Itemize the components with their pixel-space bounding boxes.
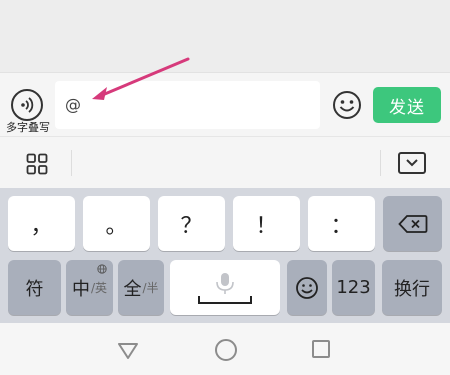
keyboard: ， 。 ？ ！ ： 符 中 /英 全 /半 123 换行	[0, 188, 450, 323]
navigation-bar	[0, 323, 450, 375]
backspace-icon	[397, 214, 427, 233]
key-label: 全	[123, 278, 142, 300]
key-comma[interactable]: ，	[8, 196, 75, 251]
key-label: 123	[336, 277, 371, 298]
voice-caption: 多字叠写	[6, 121, 50, 134]
newline-key[interactable]: 换行	[382, 260, 442, 315]
key-question[interactable]: ？	[158, 196, 225, 251]
key-label: 。	[105, 213, 128, 239]
key-label: ！	[255, 213, 278, 239]
toolbar-divider	[380, 150, 381, 176]
collapse-keyboard-icon[interactable]	[398, 152, 426, 174]
key-label: ？	[180, 213, 203, 239]
message-input-value: @	[65, 95, 81, 114]
chinese-english-key[interactable]: 中/英	[66, 260, 113, 315]
voice-icon[interactable]	[11, 89, 43, 121]
key-sublabel: /英	[90, 281, 108, 295]
mic-icon	[198, 272, 252, 304]
symbol-key[interactable]: 符	[8, 260, 61, 315]
globe-icon	[97, 264, 107, 277]
chat-area	[0, 0, 450, 72]
key-period[interactable]: 。	[83, 196, 150, 251]
grid-icon[interactable]	[26, 153, 48, 175]
key-exclaim[interactable]: ！	[233, 196, 300, 251]
message-input[interactable]: @	[55, 81, 320, 129]
smiley-key[interactable]	[287, 260, 327, 315]
full-half-key[interactable]: 全/半	[118, 260, 164, 315]
backspace-key[interactable]	[383, 196, 442, 251]
keyboard-toolbar	[0, 136, 450, 188]
key-label: 中	[71, 278, 90, 300]
key-label: 符	[25, 278, 44, 300]
nav-recent-icon[interactable]	[312, 340, 330, 358]
nav-home-icon[interactable]	[215, 339, 237, 361]
key-label: ，	[30, 213, 53, 239]
send-button[interactable]: 发送	[373, 87, 441, 123]
key-label: 换行	[394, 278, 430, 300]
input-bar: 多字叠写 @ 发送	[0, 72, 450, 136]
toolbar-divider	[71, 150, 72, 176]
smiley-icon	[296, 276, 318, 299]
space-key[interactable]	[170, 260, 280, 315]
nav-back-icon[interactable]	[117, 339, 139, 361]
key-colon[interactable]: ：	[308, 196, 375, 251]
screen: 多字叠写 @ 发送 ， 。 ？ ！ ： 符 中 /英 全 /半 123 换行	[0, 0, 450, 375]
numbers-key[interactable]: 123	[332, 260, 375, 315]
emoji-icon[interactable]	[332, 90, 362, 120]
key-label: ：	[330, 213, 353, 239]
key-sublabel: /半	[142, 281, 159, 295]
